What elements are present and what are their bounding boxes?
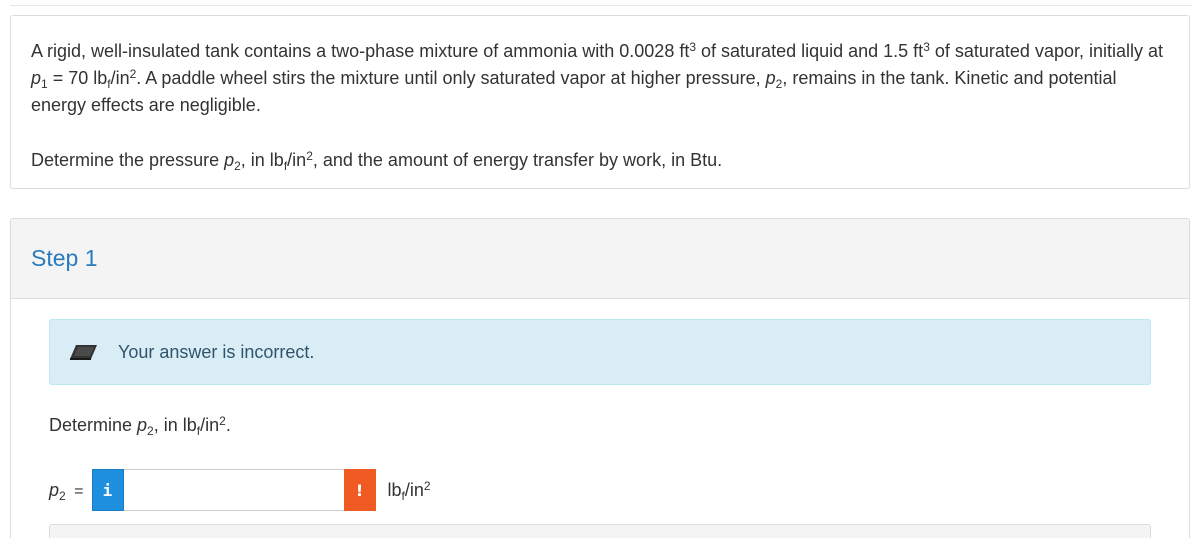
problem-statement-card: A rigid, well-insulated tank contains a … [10,15,1190,189]
p2-answer-input[interactable] [123,469,344,511]
alert-message: Your answer is incorrect. [118,341,315,362]
warning-icon[interactable]: ! [343,469,376,511]
eraser-icon [70,342,98,362]
unit-label: lbf/in2 [387,478,431,503]
top-divider [10,5,1192,6]
step-title: Step 1 [31,245,98,271]
incorrect-answer-alert: Your answer is incorrect. [49,319,1151,385]
step-card: Step 1 Your answer is incorrect. Determi… [10,218,1190,538]
variable-label: p2 = [49,479,84,503]
info-icon[interactable]: i [91,469,124,511]
problem-question: Determine the pressure p2, in lbf/in2, a… [31,149,723,173]
problem-text: A rigid, well-insulated tank contains a … [31,40,1164,115]
next-section-box [49,524,1151,538]
answer-row: p2 = i ! lbf/in2 [49,469,431,511]
step-prompt: Determine p2, in lbf/in2. [49,414,231,438]
step-header: Step 1 [11,219,1189,299]
